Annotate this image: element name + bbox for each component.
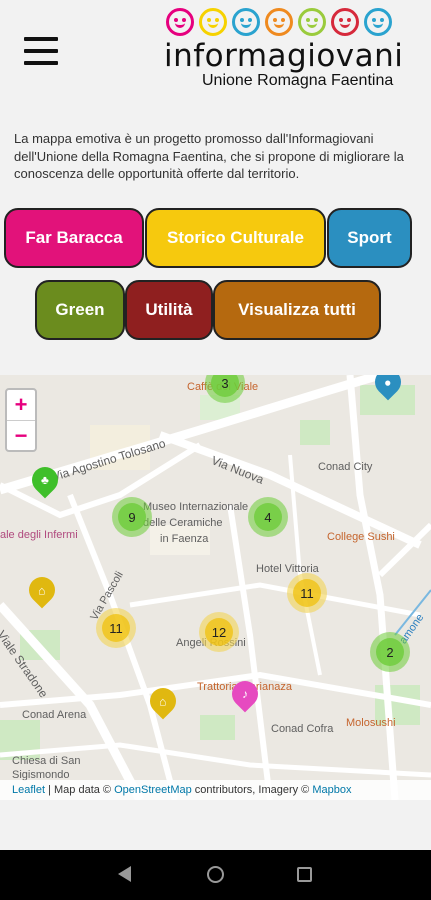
- map-label: Museo Internazionale: [143, 501, 249, 513]
- museum-icon: ⌂: [159, 694, 167, 708]
- cluster-count: 3: [211, 375, 239, 397]
- map-label: in Faenza: [160, 533, 209, 545]
- menu-icon[interactable]: [24, 37, 58, 65]
- map-poi-label: Molosushi: [346, 717, 396, 729]
- category-sport-button[interactable]: Sport: [327, 208, 412, 268]
- smiley-face-icon: [199, 8, 227, 36]
- map-cluster-green[interactable]: 2: [370, 632, 410, 672]
- map-cluster-green[interactable]: 9: [112, 497, 152, 537]
- openstreetmap-link[interactable]: OpenStreetMap: [114, 784, 192, 796]
- category-green-button[interactable]: Green: [35, 280, 125, 340]
- zoom-out-button[interactable]: −: [7, 420, 35, 450]
- map-label: ale degli Infermi: [0, 529, 78, 541]
- leaflet-link[interactable]: Leaflet: [12, 784, 45, 796]
- mapbox-link[interactable]: Mapbox: [312, 784, 351, 796]
- app-screen: informagiovani Unione Romagna Faentina L…: [0, 0, 431, 850]
- map-label: Chiesa di San: [12, 755, 81, 767]
- logo-faces: [166, 8, 392, 38]
- logo-subtitle: Unione Romagna Faentina: [202, 72, 394, 89]
- cluster-count: 9: [118, 503, 146, 531]
- map-cluster-yellow[interactable]: 12: [199, 612, 239, 652]
- android-navigation-bar: [0, 850, 431, 900]
- smiley-face-icon: [166, 8, 194, 36]
- smiley-face-icon: [364, 8, 392, 36]
- map-cluster-yellow[interactable]: 11: [96, 608, 136, 648]
- informagiovani-logo: informagiovani Unione Romagna Faentina: [162, 8, 406, 92]
- logo-title: informagiovani: [164, 38, 404, 74]
- zoom-controls: + −: [5, 388, 37, 452]
- category-far-baracca-button[interactable]: Far Baracca: [4, 208, 144, 268]
- smiley-face-icon: [265, 8, 293, 36]
- sport-icon: ●: [384, 375, 392, 389]
- back-icon[interactable]: [118, 866, 131, 882]
- zoom-in-button[interactable]: +: [7, 390, 35, 420]
- category-storico-culturale-button[interactable]: Storico Culturale: [145, 208, 326, 268]
- cluster-count: 12: [205, 618, 233, 646]
- map-label: Conad City: [318, 461, 373, 473]
- museum-icon: ⌂: [38, 583, 46, 597]
- map-base-layer: [0, 375, 431, 800]
- map-label: Conad Cofra: [271, 723, 334, 735]
- cluster-count: 11: [293, 579, 321, 607]
- map-cluster-green[interactable]: 4: [248, 497, 288, 537]
- map-cluster-yellow[interactable]: 11: [287, 573, 327, 613]
- intro-text: La mappa emotiva è un progetto promosso …: [14, 131, 404, 181]
- attribution-text: | Map data ©: [45, 784, 115, 796]
- attribution-text: contributors, Imagery ©: [191, 784, 313, 796]
- smiley-face-icon: [331, 8, 359, 36]
- drinks-icon: ♪: [242, 687, 248, 701]
- map-attribution: Leaflet | Map data © OpenStreetMap contr…: [0, 780, 431, 800]
- category-utilita-button[interactable]: Utilità: [125, 280, 213, 340]
- home-icon[interactable]: [207, 866, 224, 883]
- cluster-count: 2: [376, 638, 404, 666]
- recent-apps-icon[interactable]: [297, 867, 312, 882]
- smiley-face-icon: [232, 8, 260, 36]
- map-poi-label: College Sushi: [327, 531, 395, 543]
- smiley-face-icon: [298, 8, 326, 36]
- emotional-map[interactable]: + − Caffè del Viale Via Agostino Tolosan…: [0, 375, 431, 800]
- map-label: delle Ceramiche: [143, 517, 223, 529]
- cluster-count: 4: [254, 503, 282, 531]
- category-visualizza-tutti-button[interactable]: Visualizza tutti: [213, 280, 381, 340]
- tree-icon: ♣: [41, 473, 49, 487]
- map-label: Conad Arena: [22, 709, 87, 721]
- cluster-count: 11: [102, 614, 130, 642]
